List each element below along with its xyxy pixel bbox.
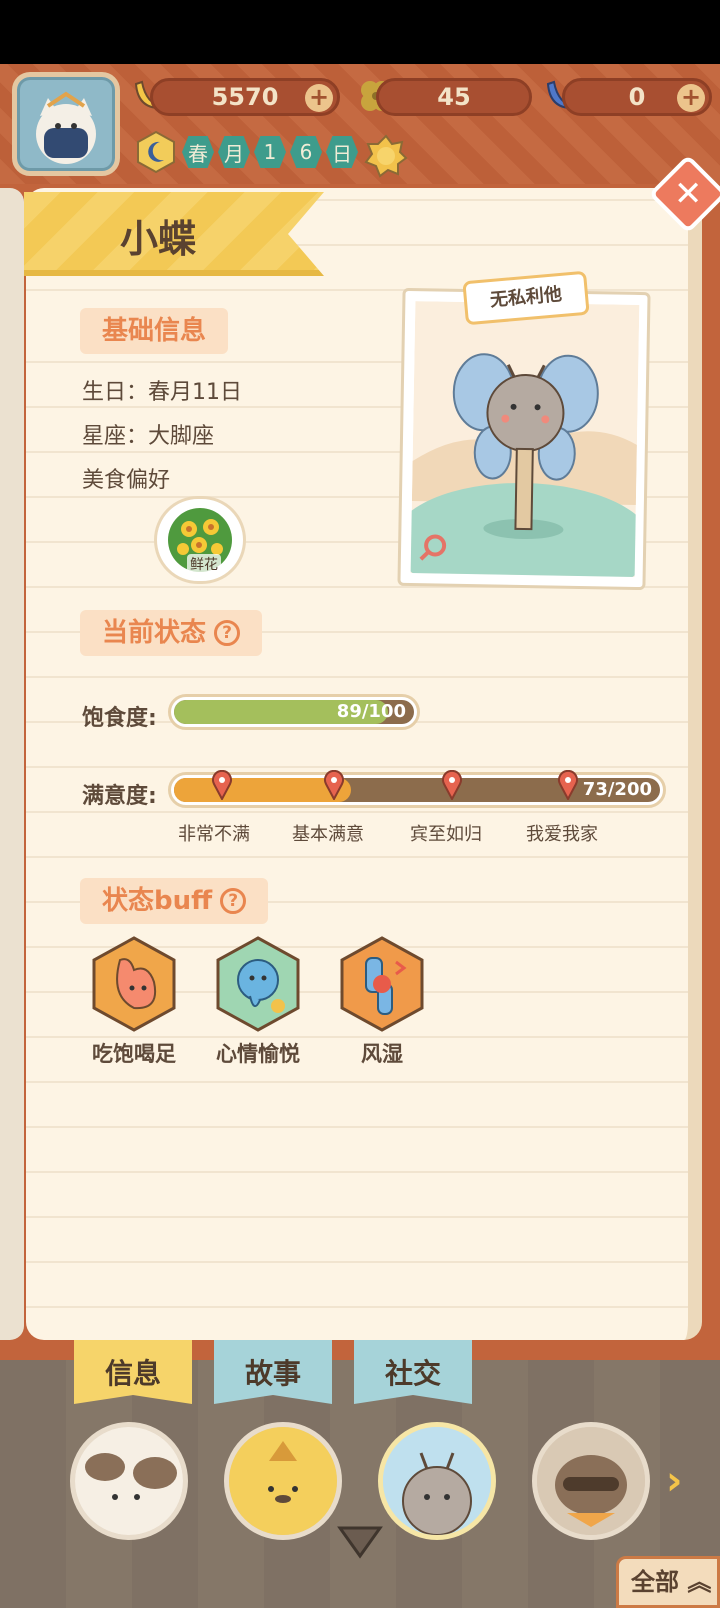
chevron-down-icon[interactable] bbox=[336, 1524, 384, 1560]
food-preference-label: 美食偏好 bbox=[82, 468, 171, 493]
buff-label: 吃饱喝足 bbox=[92, 1042, 176, 1066]
milestone-label-3: 宾至如归 bbox=[410, 824, 482, 845]
satisfaction-track: 73/200 bbox=[174, 770, 660, 802]
milestone-marker-icon bbox=[324, 770, 344, 800]
birthday-text: 生日：春月11日 bbox=[82, 380, 242, 405]
date-digit-1: 1 bbox=[254, 136, 286, 168]
blue-banana-counter: 0 + bbox=[562, 78, 712, 116]
satisfaction-label: 满意度: bbox=[82, 784, 157, 809]
date-day: 日 bbox=[326, 136, 358, 168]
player-avatar[interactable] bbox=[12, 72, 120, 176]
banana-count: 5570 bbox=[211, 83, 279, 111]
food-item-label: 鲜花 bbox=[187, 554, 221, 574]
satiety-value-text: 89/100 bbox=[336, 701, 406, 722]
pudding-dog-character-icon bbox=[229, 1427, 337, 1535]
banana-counter: 5570 + bbox=[150, 78, 340, 116]
tab-info[interactable]: 信息 bbox=[74, 1340, 192, 1404]
date-month: 月 bbox=[218, 136, 250, 168]
milestone-label-2: 基本满意 bbox=[292, 824, 364, 845]
buff-item[interactable]: 吃饱喝足 bbox=[84, 936, 184, 1068]
current-status-header: 当前状态 ? bbox=[80, 610, 263, 656]
cat-avatar-icon bbox=[36, 91, 96, 164]
constellation-text: 星座：大脚座 bbox=[82, 424, 215, 449]
character-portrait-card bbox=[393, 287, 654, 604]
butterfly-character-portrait bbox=[393, 301, 654, 604]
buff-item[interactable]: 风湿 bbox=[332, 936, 432, 1068]
all-label: 全部 bbox=[631, 1568, 679, 1596]
character-name: 小蝶 bbox=[120, 217, 197, 261]
tab-social[interactable]: 社交 bbox=[354, 1340, 472, 1404]
current-status-title: 当前状态 bbox=[102, 618, 207, 648]
date-season: 春 bbox=[182, 136, 214, 168]
banana-add-button[interactable]: + bbox=[305, 84, 333, 112]
character-select-pudding[interactable] bbox=[224, 1422, 342, 1540]
rheumatism-icon bbox=[340, 936, 424, 1032]
close-icon: ✕ bbox=[673, 174, 703, 214]
basic-info-title: 基础信息 bbox=[102, 316, 207, 346]
buff-item[interactable]: 心情愉悦 bbox=[208, 936, 308, 1068]
milestone-marker-icon bbox=[442, 770, 462, 800]
butterfly-character-icon bbox=[383, 1427, 491, 1535]
tab-story[interactable]: 故事 bbox=[214, 1340, 332, 1404]
blue-banana-count: 0 bbox=[628, 83, 646, 111]
satiety-label: 饱食度: bbox=[82, 706, 157, 731]
satisfaction-value-text: 73/200 bbox=[582, 779, 652, 800]
blue-banana-add-button[interactable]: + bbox=[677, 84, 705, 112]
buff-help-icon[interactable]: ? bbox=[220, 888, 247, 914]
buff-label: 风湿 bbox=[361, 1042, 403, 1066]
previous-page-edge bbox=[0, 188, 24, 1340]
status-bar bbox=[0, 0, 720, 64]
buff-label: 心情愉悦 bbox=[216, 1042, 300, 1066]
all-characters-button[interactable]: 全部 ︽ bbox=[616, 1556, 720, 1608]
status-help-icon[interactable]: ? bbox=[214, 620, 241, 646]
satisfaction-bar: 73/200 bbox=[168, 770, 666, 808]
raccoon-character-icon bbox=[537, 1427, 645, 1535]
moon-badge-icon bbox=[137, 130, 175, 174]
cow-character-icon bbox=[75, 1427, 183, 1535]
milestone-label-4: 我爱我家 bbox=[526, 824, 598, 845]
date-digit-2: 6 bbox=[290, 136, 322, 168]
character-select-cow[interactable] bbox=[70, 1422, 188, 1540]
double-chevron-up-icon: ︽ bbox=[687, 1568, 712, 1596]
milestone-marker-icon bbox=[212, 770, 232, 800]
satiety-bar: 89/100 bbox=[168, 694, 420, 730]
basic-info-header: 基础信息 bbox=[80, 308, 229, 354]
clover-count: 45 bbox=[437, 83, 471, 111]
buff-header: 状态buff ? bbox=[80, 878, 269, 924]
stomach-icon bbox=[92, 936, 176, 1032]
milestone-marker-icon bbox=[558, 770, 578, 800]
clover-counter: 45 bbox=[376, 78, 532, 116]
milestone-label-1: 非常不满 bbox=[178, 824, 250, 845]
satiety-track: 89/100 bbox=[174, 700, 414, 724]
calendar-date[interactable]: 春 月 1 6 日 bbox=[134, 130, 358, 174]
sun-weather-icon[interactable] bbox=[364, 134, 408, 178]
next-character-arrow[interactable]: › bbox=[666, 1458, 682, 1504]
happy-spirit-icon bbox=[216, 936, 300, 1032]
character-select-butterfly[interactable] bbox=[378, 1422, 496, 1540]
buff-title: 状态buff bbox=[102, 886, 213, 916]
character-select-raccoon[interactable] bbox=[532, 1422, 650, 1540]
